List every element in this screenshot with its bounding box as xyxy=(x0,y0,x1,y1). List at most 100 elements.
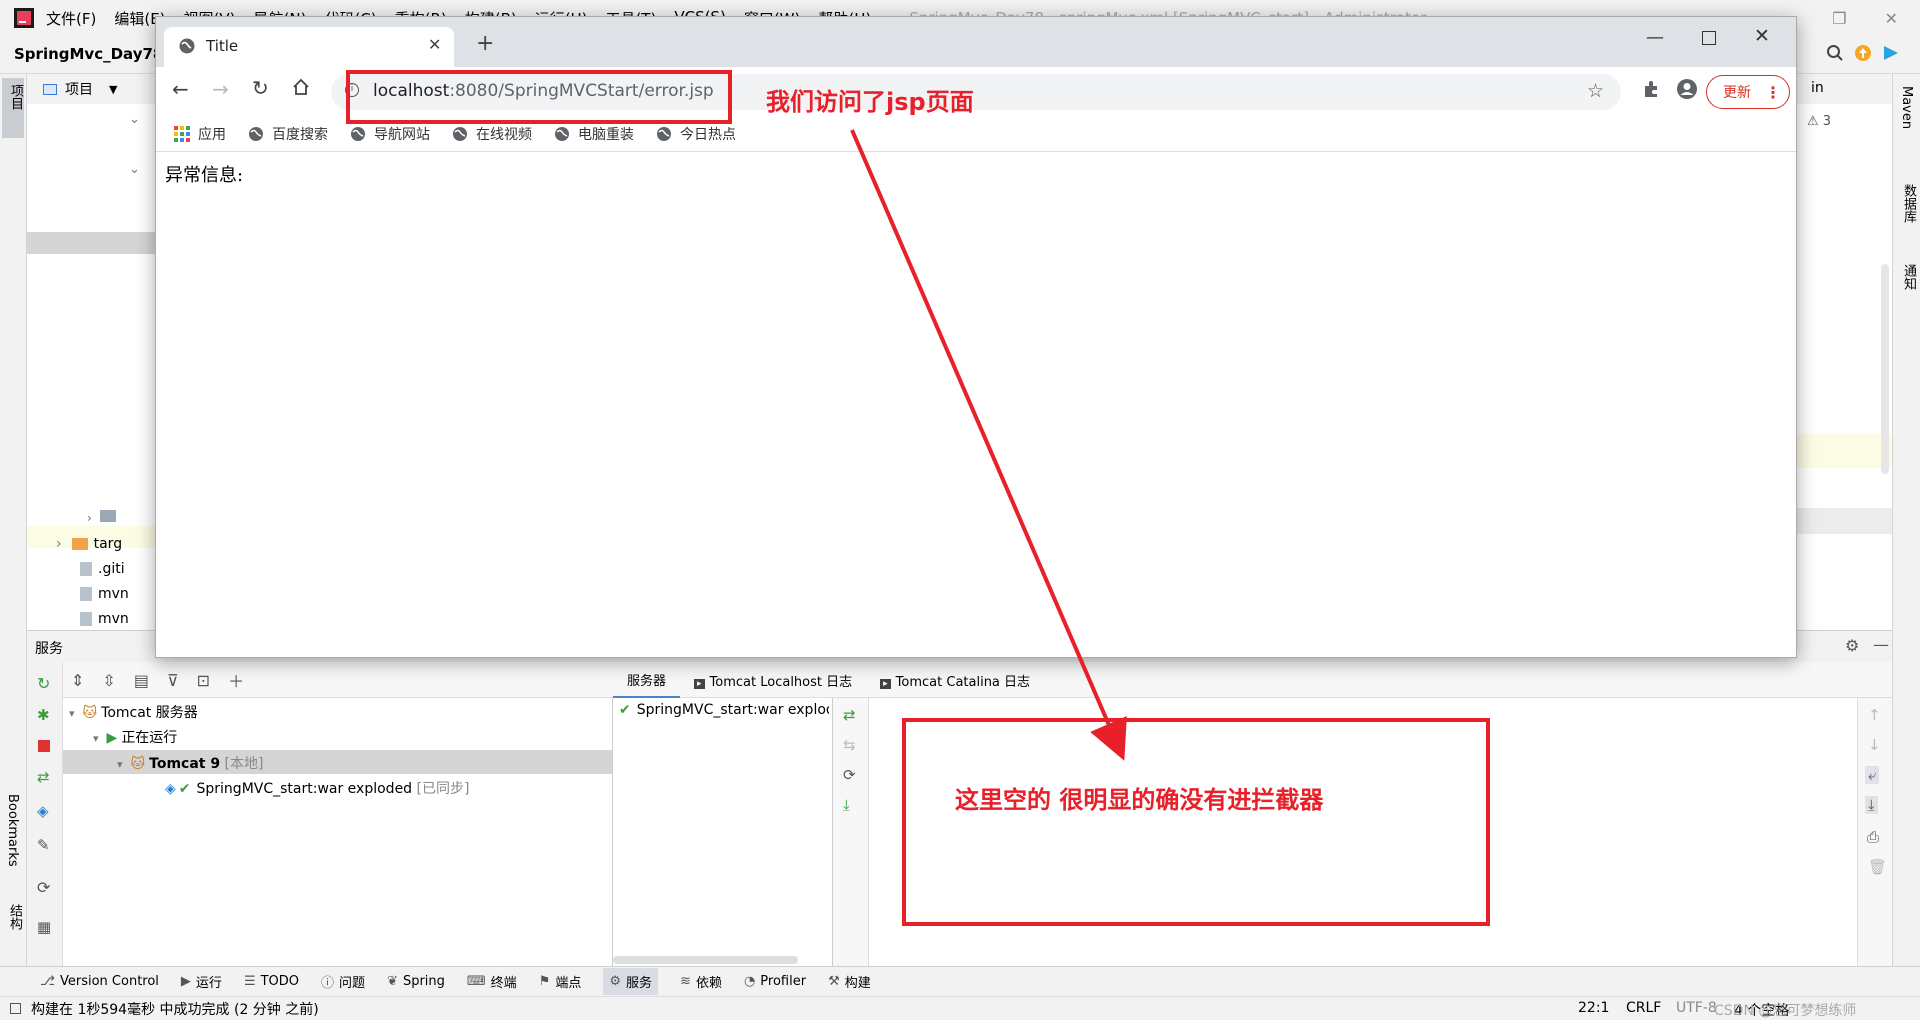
bookmark-apps[interactable]: 应用 xyxy=(174,124,226,144)
structure-tool-label[interactable]: 结构 xyxy=(5,904,24,930)
bookmark-item[interactable]: 百度搜索 xyxy=(248,124,328,144)
reload-button[interactable]: ↻ xyxy=(252,76,269,100)
project-tree-label: mvn xyxy=(98,611,129,627)
add-icon[interactable]: ＋ xyxy=(228,668,244,692)
project-tool-button[interactable]: 项目 xyxy=(2,78,24,138)
tree-row-artifact[interactable]: ◈ ✔ SpringMVC_start:war exploded [已同步] xyxy=(165,778,469,798)
tree-row-running[interactable]: ▾ ▶ 正在运行 xyxy=(93,727,177,747)
bottom-tab[interactable]: ⚒ 构建 xyxy=(828,972,871,991)
tree-expand-icon[interactable]: ⌄ xyxy=(129,162,140,177)
expand-all-icon[interactable]: ⇕ xyxy=(71,671,84,690)
database-tool-label[interactable]: 数据库 xyxy=(1899,184,1918,223)
browser-tab[interactable]: Title ✕ xyxy=(164,27,454,67)
project-tree-row[interactable]: › targ xyxy=(56,536,122,552)
bottom-tab[interactable]: ◔ Profiler xyxy=(744,974,806,989)
bottom-tab[interactable]: ☰ TODO xyxy=(244,974,299,989)
bottom-tab[interactable]: ⚑ 端点 xyxy=(539,972,582,991)
forward-button[interactable]: → xyxy=(212,77,229,101)
extensions-icon[interactable] xyxy=(1642,79,1662,99)
notifications-tool-label[interactable]: 通知 xyxy=(1899,264,1918,290)
maven-tool-label[interactable]: Maven xyxy=(1899,86,1914,129)
file-encoding[interactable]: UTF-8 xyxy=(1676,1000,1717,1016)
endpoints-icon: ⚑ xyxy=(538,974,551,989)
tree-expand-icon[interactable]: ⌄ xyxy=(129,112,140,127)
arrow-up-icon[interactable]: ↑ xyxy=(1868,706,1881,724)
new-tab-button[interactable]: + xyxy=(476,31,494,56)
ide-close-button[interactable]: ✕ xyxy=(1885,9,1898,28)
home-button[interactable] xyxy=(292,78,310,96)
filter-icon[interactable]: ⊽ xyxy=(167,671,179,690)
collapse-all-icon[interactable]: ⇳ xyxy=(102,671,115,690)
download-icon[interactable]: ⤓ xyxy=(843,796,850,814)
soft-wrap-icon[interactable]: ⤶ xyxy=(1865,766,1880,784)
menu-item[interactable]: 文件(F) xyxy=(46,8,96,29)
browser-minimize-button[interactable]: — xyxy=(1646,27,1664,48)
caret-position[interactable]: 22:1 xyxy=(1578,1000,1609,1016)
bottom-tab[interactable]: ⚙ 服务 xyxy=(603,968,659,995)
project-view-label[interactable]: 项目 xyxy=(65,79,93,99)
project-tree-row[interactable]: .giti xyxy=(80,561,125,577)
update-button[interactable]: 更新 ⋮ xyxy=(1706,75,1790,109)
tab-localhost-log[interactable]: ▸ Tomcat Localhost 日志 xyxy=(680,671,866,690)
bookmark-item[interactable]: 今日热点 xyxy=(656,124,736,144)
deploy-icon[interactable]: ◈ xyxy=(37,802,49,820)
bookmark-item[interactable]: 导航网站 xyxy=(350,124,430,144)
bottom-tab[interactable]: ⎇ Version Control xyxy=(40,974,159,989)
bookmark-item[interactable]: 在线视频 xyxy=(452,124,532,144)
tab-catalina-log[interactable]: ▸ Tomcat Catalina 日志 xyxy=(866,671,1044,690)
deployment-row[interactable]: ✔SpringMVC_start:war exploded xyxy=(619,702,829,718)
tab-servers[interactable]: 服务器 xyxy=(613,662,681,698)
plugin-icon[interactable] xyxy=(1882,44,1900,62)
update-icon[interactable] xyxy=(1854,44,1872,62)
selected-tree-row[interactable] xyxy=(27,232,157,254)
close-tab-icon[interactable]: ✕ xyxy=(428,35,441,54)
status-square-icon[interactable] xyxy=(10,1003,21,1014)
stop-icon[interactable] xyxy=(38,740,50,752)
bookmark-star-icon[interactable]: ☆ xyxy=(1587,80,1604,102)
gear-icon[interactable]: ⚙ xyxy=(1845,636,1859,655)
tree-row-tomcat-server[interactable]: ▾ 🐱 Tomcat 服务器 xyxy=(69,702,198,722)
scroll-end-icon[interactable]: ⤓ xyxy=(1865,796,1878,814)
bookmark-item[interactable]: 电脑重装 xyxy=(554,124,634,144)
refresh-icon[interactable]: ⟳ xyxy=(37,878,50,897)
tree-row-folder[interactable]: › xyxy=(87,508,116,526)
tree-row-tomcat9[interactable]: ▾ 🐱 Tomcat 9 [本地] xyxy=(117,753,263,773)
bookmarks-tool-label[interactable]: Bookmarks xyxy=(5,794,20,867)
project-tree-row[interactable]: mvn xyxy=(80,586,129,602)
minimize-panel-icon[interactable]: — xyxy=(1873,635,1889,654)
search-icon[interactable] xyxy=(1826,44,1844,62)
browser-maximize-button[interactable] xyxy=(1702,31,1716,45)
refresh-icon[interactable]: ⟳ xyxy=(843,766,856,784)
bottom-tab[interactable]: ≋ 依赖 xyxy=(680,972,722,991)
rerun-icon[interactable]: ↻ xyxy=(37,674,50,693)
profile-icon[interactable] xyxy=(1676,78,1698,100)
undeploy-icon[interactable]: ⇆ xyxy=(843,736,856,754)
wrench-icon[interactable]: ✎ xyxy=(37,836,50,854)
chevron-down-icon[interactable]: ▼ xyxy=(109,83,117,96)
bottom-tab[interactable]: ⓘ 问题 xyxy=(321,972,365,991)
bottom-tab[interactable]: ❦ Spring xyxy=(387,974,445,989)
project-name[interactable]: SpringMvc_Day78 xyxy=(14,45,163,63)
browser-close-button[interactable]: ✕ xyxy=(1754,25,1770,47)
line-separator[interactable]: CRLF xyxy=(1626,1000,1661,1016)
debug-icon[interactable]: ✱ xyxy=(37,706,50,724)
arrow-down-icon[interactable]: ↓ xyxy=(1868,736,1881,754)
ide-restore-button[interactable]: ❐ xyxy=(1832,9,1846,28)
update-app-icon[interactable]: ⇄ xyxy=(37,768,50,786)
project-tree-row[interactable]: mvn xyxy=(80,611,129,627)
bottom-tab[interactable]: ▶ 运行 xyxy=(181,972,222,991)
status-message[interactable]: 构建在 1秒594毫秒 中成功完成 (2 分钟 之前) xyxy=(31,999,319,1019)
group-icon[interactable]: ▤ xyxy=(134,671,149,690)
warning-count[interactable]: ⚠ 3 xyxy=(1807,114,1831,129)
deploy-icon[interactable]: ⇄ xyxy=(843,706,856,724)
print-icon[interactable]: ⎙ xyxy=(1867,828,1879,846)
layout-icon[interactable]: ▦ xyxy=(37,918,51,936)
horizontal-scrollbar[interactable] xyxy=(613,956,798,964)
new-tab-icon[interactable]: ⊡ xyxy=(197,671,210,690)
bottom-tab[interactable]: ⌨ 终端 xyxy=(467,972,517,991)
leaf-icon: ❦ xyxy=(387,974,398,989)
trash-icon[interactable]: 🗑 xyxy=(1868,858,1887,876)
editor-scrollbar[interactable] xyxy=(1881,264,1889,474)
inspection-label[interactable]: in xyxy=(1811,80,1824,96)
back-button[interactable]: ← xyxy=(172,77,189,101)
